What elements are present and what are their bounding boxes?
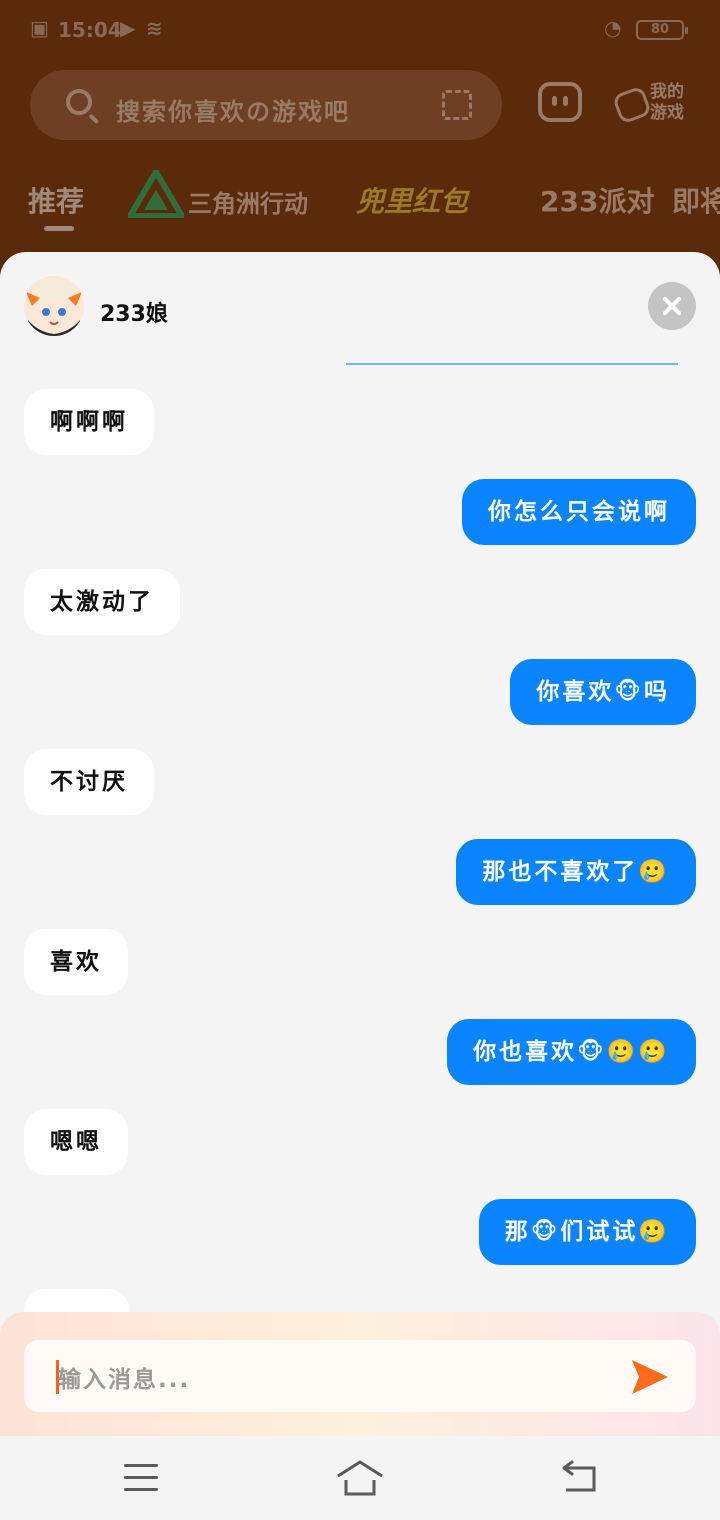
tab-delta-force[interactable]: 三角洲行动 — [188, 184, 308, 219]
video-icon: ▶ — [120, 16, 136, 40]
user-message: 你也喜欢🐵🥲🥲 — [447, 1019, 696, 1085]
tab-upcoming[interactable]: 即将 — [672, 180, 720, 220]
chat-icon[interactable] — [538, 82, 582, 122]
bot-message: 啊啊啊 — [24, 389, 154, 455]
user-message: 那也不喜欢了🥲 — [456, 839, 696, 905]
previous-message-edge — [346, 363, 678, 365]
user-message: 你喜欢🐵吗 — [510, 659, 696, 725]
bot-message: 太激动了 — [24, 569, 180, 635]
tab-active-indicator — [44, 226, 74, 231]
battery-level: 80 — [650, 22, 670, 37]
send-icon[interactable] — [630, 1358, 670, 1396]
status-time: 15:04 — [58, 18, 122, 42]
category-tabs: 推荐 三角洲行动 兜里红包 233派对 即将 — [0, 170, 720, 240]
battery-icon: 80 — [636, 20, 688, 40]
back-icon[interactable] — [560, 1460, 600, 1496]
bot-message: 嗯嗯 — [24, 1109, 128, 1175]
delta-force-logo-icon — [128, 170, 184, 218]
message-composer: 输入消息... — [0, 1312, 720, 1436]
message-input-placeholder: 输入消息... — [58, 1367, 191, 1393]
user-message: 那🐵们试试🥲 — [478, 1199, 696, 1265]
user-message: 你怎么只会说啊 — [462, 479, 696, 545]
sim-icon: ▣ — [30, 16, 49, 40]
chat-sheet: 233娘 啊啊啊 你怎么只会说啊 太激动了 你喜欢🐵吗 不讨厌 那也不喜欢了🥲 … — [0, 252, 720, 1436]
my-games-button[interactable]: 我的游戏 — [611, 82, 694, 130]
wifi-icon: ◔ — [604, 16, 622, 40]
home-icon[interactable] — [336, 1458, 384, 1498]
bot-name: 233娘 — [100, 302, 168, 327]
message-input[interactable]: 输入消息... — [24, 1340, 696, 1412]
search-placeholder: 搜索你喜欢の游戏吧 — [116, 98, 350, 126]
search-bar[interactable]: 搜索你喜欢の游戏吧 — [30, 70, 502, 140]
status-bar: ▣ 15:04 ▶ ≋ ◔ 80 — [0, 0, 720, 60]
tab-recommend[interactable]: 推荐 — [28, 180, 84, 220]
tab-red-packet[interactable]: 兜里红包 — [356, 180, 468, 220]
system-navigation-bar — [0, 1436, 720, 1520]
bot-message: 不讨厌 — [24, 749, 154, 815]
tab-233-party[interactable]: 233派对 — [540, 180, 654, 220]
bot-message: 喜欢 — [24, 929, 128, 995]
close-button[interactable] — [648, 282, 696, 330]
search-icon — [66, 89, 92, 115]
notification-icon: ≋ — [146, 16, 163, 40]
avatar[interactable] — [24, 276, 84, 336]
scan-icon[interactable] — [442, 90, 472, 120]
my-games-label: 我的游戏 — [650, 82, 684, 123]
recent-apps-icon[interactable] — [124, 1464, 158, 1492]
gamepad-icon — [611, 85, 653, 125]
bot-avatar-icon — [24, 276, 84, 336]
chat-header: 233娘 — [0, 252, 720, 362]
